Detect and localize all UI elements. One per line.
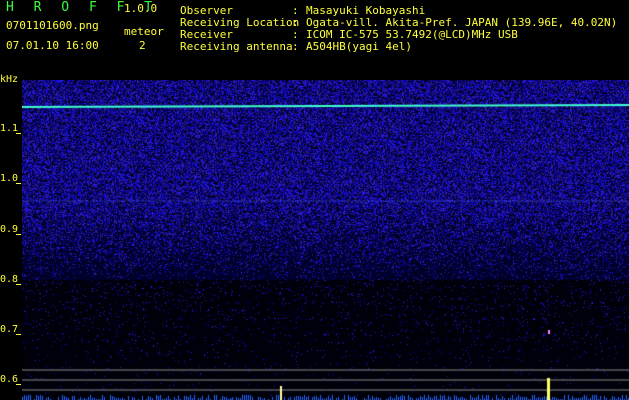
antenna-colon: : bbox=[292, 40, 299, 53]
y-tick-mark bbox=[16, 183, 21, 184]
antenna-key: Receiving antenna bbox=[180, 40, 293, 53]
meteor-label: meteor bbox=[124, 25, 164, 38]
unit-label: kHz bbox=[0, 74, 19, 85]
app-version: 1.0.0 bbox=[124, 2, 158, 15]
header-panel: H R O F F T 1.0.0 0701101600.png 07.01.1… bbox=[0, 0, 629, 78]
y-tick-mark bbox=[16, 334, 21, 335]
meteor-count: 2 bbox=[139, 39, 146, 52]
y-tick-mark bbox=[16, 284, 21, 285]
y-tick-mark bbox=[16, 384, 21, 385]
y-tick-mark bbox=[16, 133, 21, 134]
spectrogram-canvas bbox=[22, 80, 629, 400]
file-name: 0701101600.png bbox=[6, 19, 99, 32]
frequency-axis: kHz 1.1 1.0 0.9 0.8 0.7 0.6 bbox=[0, 72, 22, 400]
y-tick-mark bbox=[16, 234, 21, 235]
antenna-value: A504HB(yagi 4el) bbox=[306, 40, 412, 53]
date-time: 07.01.10 16:00 bbox=[6, 39, 99, 52]
